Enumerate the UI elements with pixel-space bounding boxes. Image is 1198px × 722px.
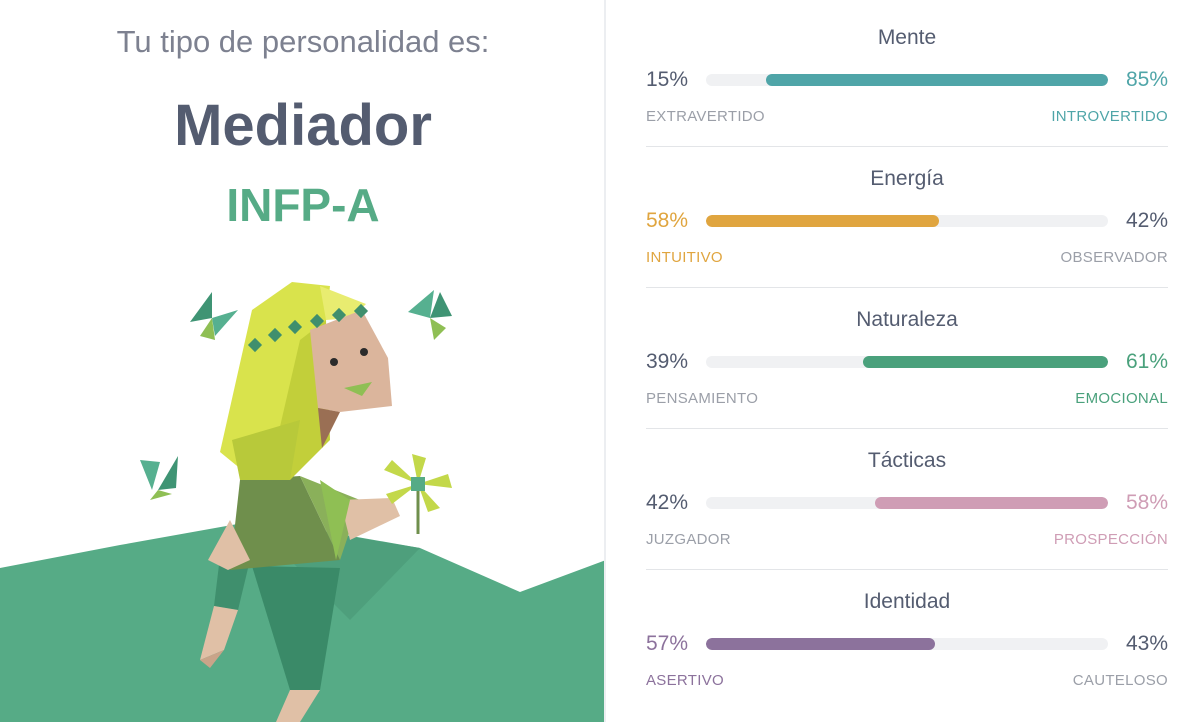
butterfly-icon [408,290,452,340]
trait-right-percent: 58% [1125,491,1168,514]
personality-type-name: Mediador [174,93,432,158]
trait-bar [706,497,1108,509]
trait-bar [706,215,1108,227]
trait-energia: Energía 58% 42% INTUITIVO OBSERVADOR [646,141,1168,266]
butterfly-icon [140,456,178,500]
result-subtitle: Tu tipo de personalidad es: [116,24,490,59]
trait-left-label: PENSAMIENTO [646,390,759,407]
trait-bar-fill [706,215,940,227]
trait-left-percent: 57% [646,632,689,655]
trait-left-label: INTUITIVO [646,249,723,266]
trait-left-percent: 58% [646,209,689,232]
trait-naturaleza: Naturaleza 39% 61% PENSAMIENTO EMOCIONAL [646,282,1168,407]
trait-left-label: JUZGADOR [646,531,731,548]
trait-right-label: PROSPECCIÓN [1053,531,1168,548]
trait-right-label: OBSERVADOR [1060,249,1168,266]
trait-title: Identidad [863,590,951,613]
trait-title: Energía [870,167,944,190]
trait-title: Mente [877,26,937,49]
trait-right-percent: 42% [1125,209,1168,232]
trait-right-percent: 43% [1125,632,1168,655]
traits-panel: Mente 15% 85% EXTRAVERTIDO INTROVERTIDO … [606,0,1198,722]
trait-bar-fill [874,497,1108,509]
trait-bar [706,356,1108,368]
trait-bar [706,74,1108,86]
trait-tacticas: Tácticas 42% 58% JUZGADOR PROSPECCIÓN [646,423,1168,548]
trait-mente: Mente 15% 85% EXTRAVERTIDO INTROVERTIDO [646,0,1168,125]
trait-right-label: EMOCIONAL [1075,390,1168,407]
trait-right-percent: 85% [1125,68,1168,91]
result-panel: Tu tipo de personalidad es: Mediador INF… [0,0,606,722]
trait-right-label: INTROVERTIDO [1051,108,1168,125]
trait-bar [706,638,1108,650]
trait-bar-fill [706,638,936,650]
personality-type-code: INFP-A [226,179,380,231]
trait-right-label: CAUTELOSO [1072,672,1168,689]
trait-bar-fill [766,74,1108,86]
trait-title: Tácticas [867,449,947,472]
trait-left-percent: 39% [646,350,689,373]
trait-left-label: ASERTIVO [646,672,724,689]
trait-left-label: EXTRAVERTIDO [646,108,765,125]
trait-right-percent: 61% [1125,350,1168,373]
trait-left-percent: 15% [646,68,689,91]
butterfly-icon [190,292,238,340]
trait-left-percent: 42% [646,491,689,514]
trait-title: Naturaleza [856,308,958,331]
trait-identidad: Identidad 57% 43% ASERTIVO CAUTELOSO [646,564,1168,689]
trait-bar-fill [862,356,1108,368]
